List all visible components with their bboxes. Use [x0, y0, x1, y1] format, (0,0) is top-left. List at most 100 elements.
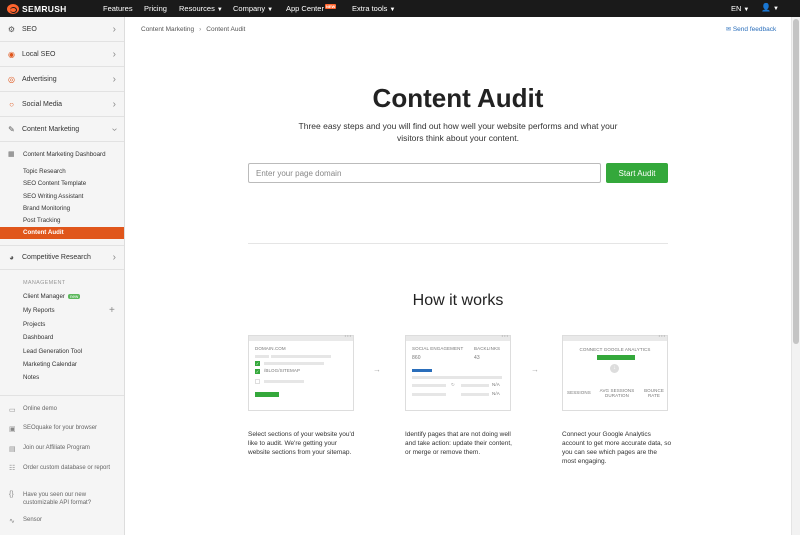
card-domain-label: DOMAIN.COM — [255, 346, 286, 351]
domain-input[interactable] — [248, 163, 601, 183]
step-2-description: Identify pages that are not doing well a… — [405, 431, 512, 456]
sidebar-item-notes[interactable]: Notes — [23, 374, 39, 381]
sidebar-item-marketing-calendar[interactable]: Marketing Calendar — [23, 361, 77, 368]
section-divider — [248, 243, 668, 244]
card-na-2: N/A — [492, 391, 500, 396]
nav-pricing[interactable]: Pricing — [144, 4, 167, 13]
chevron-down-icon: › — [108, 127, 120, 131]
promo-sensor[interactable]: ∿ Sensor — [9, 517, 42, 525]
affiliate-icon: ▤ — [9, 446, 16, 453]
sidebar-item-lead-generation-tool[interactable]: Lead Generation Tool — [23, 348, 82, 355]
chevron-right-icon: › — [112, 98, 116, 110]
chevron-down-icon: ▼ — [772, 6, 779, 12]
how-it-works-heading: How it works — [412, 292, 504, 309]
page-scrollbar[interactable] — [791, 17, 800, 535]
sidebar-section-advertising[interactable]: ◎ Advertising › — [0, 67, 124, 92]
chevron-down-icon: ▼ — [743, 7, 750, 13]
checkbox-empty-icon — [255, 379, 260, 384]
user-menu[interactable]: 👤 ▼ — [761, 3, 779, 12]
feedback-icon: ✉ — [726, 27, 732, 33]
social-icon: ○ — [9, 99, 14, 109]
chevron-down-icon: ▼ — [216, 7, 223, 13]
refresh-icon: ↻ — [451, 382, 455, 387]
chevron-down-icon: ▼ — [267, 7, 274, 13]
card-path-label: /BLOG/SITEMAP — [264, 368, 301, 373]
checkbox-checked-icon: ✓ — [255, 369, 260, 374]
chevron-right-icon: › — [112, 48, 116, 60]
step-2-illustration: SOCIAL ENGAGEMENT BACKLINKS 860 43 ↻ N/A… — [405, 333, 511, 411]
card-na-1: N/A — [492, 382, 500, 387]
page-description: Three easy steps and you will find out h… — [298, 121, 618, 143]
semrush-logo-icon — [7, 3, 19, 14]
card-sessions-label: SESSIONS — [567, 390, 591, 395]
send-feedback-link[interactable]: ✉ Send feedback — [726, 26, 776, 33]
promo-seoquake[interactable]: ▣ SEOquake for your browser — [9, 425, 97, 433]
sidebar-item-client-manager[interactable]: Client Manager new — [23, 293, 81, 300]
competitive-icon: ◕ — [9, 253, 14, 262]
page-title: Content Audit — [372, 83, 544, 113]
card-connect-ga-label: CONNECT GOOGLE ANALYTICS — [579, 347, 651, 352]
sidebar-item-my-reports[interactable]: My Reports — [23, 307, 55, 314]
nav-company[interactable]: Company ▼ — [233, 4, 273, 13]
promo-custom-database[interactable]: ☷ Order custom database or report — [9, 464, 121, 472]
sidebar-section-competitive-research[interactable]: ◕ Competitive Research › — [0, 245, 124, 270]
dashboard-grid-icon: ▦ — [8, 151, 15, 158]
language-selector[interactable]: EN ▼ — [731, 4, 749, 13]
step-1-illustration: DOMAIN.COM ✓ ✓ /BLOG/SITEMAP — [248, 333, 354, 411]
chevron-right-icon: › — [112, 252, 116, 263]
sidebar-item-projects[interactable]: Projects — [23, 321, 45, 328]
sensor-icon: ∿ — [9, 518, 15, 525]
card-avg-duration-label: AVG SESSIONS DURATION — [599, 388, 635, 398]
new-badge: new — [67, 293, 81, 299]
nav-features[interactable]: Features — [103, 4, 133, 13]
sidebar-item-brand-monitoring[interactable]: Brand Monitoring — [23, 205, 70, 212]
nav-extra-tools[interactable]: Extra tools ▼ — [352, 4, 395, 13]
chevron-right-icon: › — [112, 73, 116, 85]
pin-icon: ◉ — [8, 49, 15, 59]
new-badge: NEW — [324, 4, 337, 9]
sidebar-item-topic-research[interactable]: Topic Research — [23, 168, 66, 175]
sidebar-section-social-media[interactable]: ○ Social Media › — [0, 92, 124, 117]
nav-resources[interactable]: Resources ▼ — [179, 4, 223, 13]
sidebar-item-post-tracking[interactable]: Post Tracking — [23, 217, 60, 224]
top-navigation-bar: SEMRUSH Features Pricing Resources ▼ Comp… — [0, 0, 800, 17]
promo-affiliate[interactable]: ▤ Join our Affiliate Program — [9, 445, 90, 453]
nav-app-center[interactable]: App Center NEW — [286, 4, 337, 13]
sidebar-item-dashboard[interactable]: Dashboard — [23, 334, 53, 341]
management-heading: MANAGEMENT — [23, 280, 66, 286]
monitor-icon: ▭ — [9, 407, 16, 414]
card-bounce-rate-label: BOUNCE RATE — [644, 388, 664, 398]
sidebar-section-content-marketing[interactable]: ✎ Content Marketing › — [0, 117, 124, 142]
card-backlinks-label: BACKLINKS — [474, 346, 501, 351]
chevron-right-icon: › — [199, 26, 202, 33]
step-1-description: Select sections of your website you'd li… — [248, 431, 355, 456]
promo-api-format[interactable]: {} Have you seen our new customizable API… — [9, 491, 121, 507]
sidebar-item-seo-writing-assistant[interactable]: SEO Writing Assistant — [23, 193, 83, 200]
sidebar-section-local-seo[interactable]: ◉ Local SEO › — [0, 42, 124, 67]
add-report-icon[interactable]: + — [109, 305, 115, 316]
semrush-logo[interactable]: SEMRUSH — [7, 3, 67, 14]
divider — [0, 395, 124, 396]
pencil-icon: ✎ — [8, 124, 15, 134]
sidebar-item-seo-content-template[interactable]: SEO Content Template — [23, 180, 86, 187]
breadcrumb: Content Marketing › Content Audit — [141, 26, 245, 33]
breadcrumb-content-marketing[interactable]: Content Marketing — [141, 26, 194, 33]
scrollbar-thumb[interactable] — [793, 19, 799, 344]
sidebar-item-content-audit[interactable]: Content Audit — [0, 227, 124, 239]
card-social-label: SOCIAL ENGAGEMENT — [412, 346, 464, 351]
brand-name: SEMRUSH — [22, 3, 67, 14]
target-icon: ◎ — [8, 74, 15, 84]
card-backlinks-value: 43 — [474, 355, 480, 361]
database-icon: ☷ — [9, 465, 16, 472]
checkbox-checked-icon: ✓ — [255, 361, 260, 366]
sidebar: ⚙ SEO › ◉ Local SEO › ◎ Advertising › ○ Social … — [0, 17, 125, 535]
start-audit-button[interactable]: Start Audit — [606, 163, 668, 183]
step-3-illustration: CONNECT GOOGLE ANALYTICS ↓ SESSIONS AVG … — [562, 333, 668, 411]
seo-icon: ⚙ — [7, 24, 16, 34]
arrow-right-icon: → — [373, 365, 381, 374]
chevron-right-icon: › — [112, 23, 116, 35]
sidebar-section-seo[interactable]: ⚙ SEO › — [0, 17, 124, 42]
promo-online-demo[interactable]: ▭ Online demo — [9, 406, 57, 414]
sidebar-item-content-marketing-dashboard[interactable]: Content Marketing Dashboard — [23, 151, 106, 158]
card-social-value: 860 — [412, 355, 421, 361]
